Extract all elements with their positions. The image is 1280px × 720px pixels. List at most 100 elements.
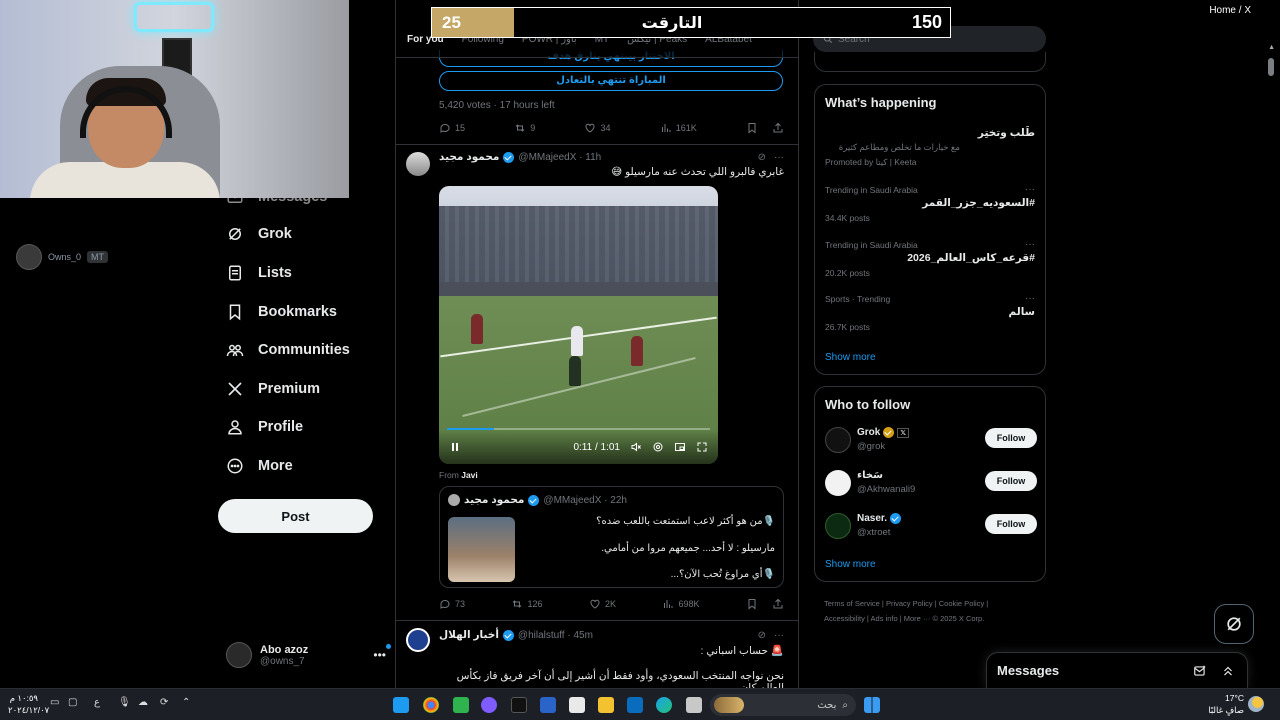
like-button[interactable]: 34 (584, 122, 610, 134)
follow-button[interactable]: Follow (985, 514, 1037, 534)
taskbar-search[interactable]: بحث ⌕ (710, 694, 856, 716)
share-icon[interactable] (772, 122, 784, 134)
show-more-link[interactable]: Show more (825, 559, 876, 570)
onedrive-icon[interactable]: ☁ (138, 697, 148, 708)
app-icon-blue[interactable] (627, 697, 643, 713)
quote-header: محمود مجيد @MMajeedX · 22h (448, 494, 768, 506)
new-message-icon[interactable] (1193, 664, 1207, 678)
app-icon-green[interactable] (453, 697, 469, 713)
nav-grok[interactable]: Grok (226, 225, 292, 243)
notification-icon[interactable]: ▭ (50, 697, 59, 708)
grok-floating-button[interactable] (1214, 604, 1254, 644)
nav-premium[interactable]: Premium (226, 380, 320, 398)
mail-app-icon[interactable] (540, 697, 556, 713)
share-icon[interactable] (772, 598, 784, 610)
microphone-icon[interactable]: 🎙 (118, 697, 131, 708)
grok-icon[interactable]: ⊘ (758, 152, 766, 163)
repost-button[interactable]: 9 (514, 122, 535, 134)
trend-posts: 34.4K posts (825, 213, 870, 223)
video-player[interactable]: 0:11 / 1:01 (439, 186, 718, 464)
post-button[interactable]: Post (218, 499, 373, 533)
reply-button[interactable]: 73 (439, 598, 465, 610)
search-highlight-image (714, 697, 744, 713)
display-icon[interactable]: ▢ (68, 697, 77, 708)
player (631, 336, 643, 366)
grok-icon (1227, 617, 1241, 631)
nav-more[interactable]: More (226, 457, 293, 475)
file-explorer-icon[interactable] (598, 697, 614, 713)
bookmark-icon[interactable] (746, 598, 758, 610)
like-button[interactable]: 2K (589, 598, 616, 610)
views-button[interactable]: 161K (660, 122, 697, 134)
author-name[interactable]: أخبار الهلال (439, 629, 499, 641)
more-icon[interactable]: ··· (1025, 293, 1035, 304)
follow-button[interactable]: Follow (985, 471, 1037, 491)
follow-button[interactable]: Follow (985, 428, 1037, 448)
author-name[interactable]: محمود مجيد (439, 151, 499, 163)
nav-profile[interactable]: Profile (226, 418, 303, 436)
start-icon[interactable] (864, 697, 880, 713)
more-circle-icon (226, 457, 244, 475)
account-name: Abo azoz (260, 643, 309, 656)
more-icon[interactable]: ··· (1025, 239, 1035, 250)
mute-icon[interactable] (630, 441, 642, 453)
account-switcher[interactable]: Abo azoz @owns_7 ••• (226, 642, 391, 668)
quoted-tweet[interactable]: محمود مجيد @MMajeedX · 22h 🎙️من هو أكثر … (439, 486, 784, 588)
tray-chevron-icon[interactable]: ⌃ (182, 697, 190, 708)
more-icon[interactable]: ··· (774, 152, 784, 163)
expand-up-icon[interactable] (1221, 664, 1235, 678)
tiktok-icon[interactable] (511, 697, 527, 713)
pause-icon[interactable] (449, 441, 461, 453)
nav-label: More (258, 458, 293, 474)
more-dots-icon[interactable]: ••• (373, 644, 391, 662)
author-handle[interactable]: @hilalstuff · 45m (518, 630, 593, 641)
avatar[interactable] (406, 152, 430, 176)
bookmark-icon[interactable] (746, 122, 758, 134)
nav-communities[interactable]: Communities (226, 341, 350, 359)
app-icon-purple[interactable] (481, 697, 497, 713)
score-overlay: 25 التارقت 150 (431, 7, 951, 38)
language-indicator[interactable]: ع (94, 697, 100, 708)
pip-icon[interactable] (674, 441, 686, 453)
views-button[interactable]: 698K (662, 598, 700, 610)
follow-suggestion[interactable]: Grok 𝕏 @grok Follow (825, 425, 1037, 455)
grok-icon[interactable]: ⊘ (758, 630, 766, 641)
sync-icon[interactable]: ⟳ (160, 697, 168, 708)
taskbar-clock[interactable]: ١٠:٥٩ م ٢٠٢٤/١٢/٠٧ (8, 692, 49, 716)
show-more-link[interactable]: Show more (825, 352, 876, 363)
app-icon-gray[interactable] (686, 697, 702, 713)
footer-links[interactable]: Terms of Service | Privacy Policy | Cook… (824, 596, 1044, 626)
repost-button[interactable]: 126 (511, 598, 543, 610)
chrome-icon[interactable] (423, 697, 439, 713)
nav-bookmarks[interactable]: Bookmarks (226, 303, 337, 321)
settings-icon[interactable] (652, 441, 664, 453)
more-icon[interactable]: ··· (774, 630, 784, 641)
poll-option[interactable]: المباراة تنتهي بالتعادل (439, 71, 783, 91)
partial-card (814, 52, 1046, 72)
trend-title[interactable]: #قرعه_كاس_العالم_2026 (907, 252, 1035, 264)
trend-title[interactable]: #السعوديه_جزر_القمر (922, 197, 1035, 209)
poll-votes: 5,420 votes · 17 hours left (439, 100, 555, 111)
nav-lists[interactable]: Lists (226, 264, 292, 282)
player (569, 356, 581, 386)
avatar[interactable] (406, 628, 430, 652)
scroll-up-arrow[interactable]: ▲ (1268, 44, 1275, 51)
edge-icon[interactable] (656, 697, 672, 713)
follow-suggestion[interactable]: سَخاء @Akhwanali9 Follow (825, 468, 1037, 498)
more-icon[interactable]: ··· (1025, 184, 1035, 195)
author-handle[interactable]: @MMajeedX · 11h (518, 152, 601, 163)
scrollbar[interactable] (1268, 58, 1274, 76)
trend-title[interactable]: سالم (1009, 306, 1035, 318)
reply-button[interactable]: 15 (439, 122, 465, 134)
video-source-name[interactable]: Javi (461, 470, 478, 480)
taskbar: ١٠:٥٩ م ٢٠٢٤/١٢/٠٧ ▭ ▢ ع 🎙 ☁ ⟳ ⌃ بحث ⌕ 1… (0, 688, 1280, 720)
follow-suggestion[interactable]: Naser. @xtroet Follow (825, 511, 1037, 541)
store-icon[interactable] (569, 697, 585, 713)
verified-icon (890, 513, 902, 524)
messages-drawer[interactable]: Messages (986, 652, 1248, 688)
fullscreen-icon[interactable] (696, 441, 708, 453)
weather-widget[interactable]: 17°C صافٍ غالبًا (1206, 692, 1244, 716)
app-icon-twitter[interactable] (393, 697, 409, 713)
promo-title[interactable]: طَلب وتختِر (978, 127, 1035, 139)
reply-icon (440, 123, 450, 133)
